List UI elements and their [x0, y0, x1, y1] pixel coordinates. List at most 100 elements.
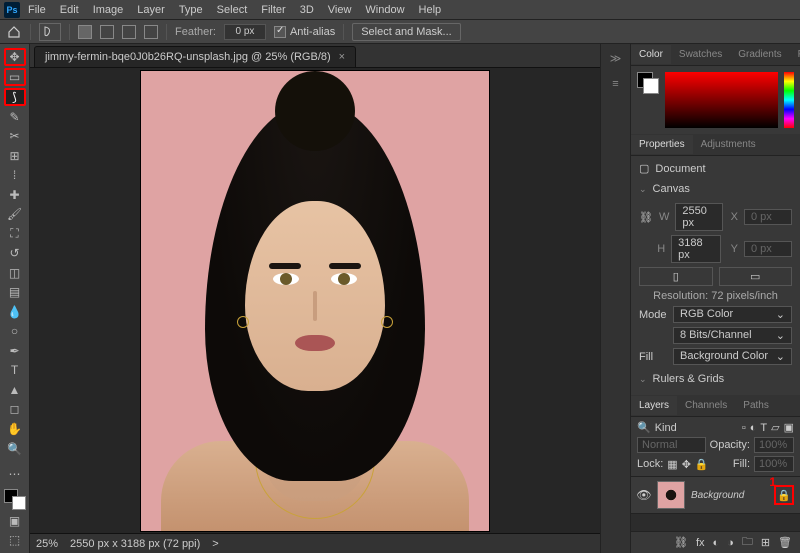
layer-thumbnail[interactable] [657, 481, 685, 509]
tab-patterns[interactable]: Patterns [790, 45, 800, 64]
history-brush-tool[interactable]: ↺ [4, 245, 26, 263]
selection-new-icon[interactable] [78, 25, 92, 39]
layer-row-background[interactable]: 👁 Background 1 🔒 [631, 476, 800, 514]
color-swatch[interactable] [637, 72, 659, 94]
lock-pixels-icon[interactable]: ▦ [667, 458, 677, 471]
collapse-icon[interactable]: ⌄ [639, 184, 647, 195]
layer-visibility-icon[interactable]: 👁 [637, 488, 651, 502]
crop-tool[interactable]: ✂ [4, 128, 26, 146]
filter-type-icon[interactable]: T [760, 422, 767, 434]
rectangle-tool[interactable]: ◻ [4, 401, 26, 419]
blend-mode-select[interactable]: Normal [637, 437, 706, 453]
history-panel-icon[interactable]: ≡ [606, 74, 626, 94]
link-layers-icon[interactable]: ⛓ [674, 536, 688, 549]
selection-subtract-icon[interactable] [122, 25, 136, 39]
zoom-tool[interactable]: 🔍 [4, 440, 26, 458]
filter-image-icon[interactable]: ▫ [742, 422, 746, 434]
menu-3d[interactable]: 3D [294, 2, 320, 18]
opacity-input[interactable]: 100% [754, 437, 794, 453]
selection-add-icon[interactable] [100, 25, 114, 39]
tab-close-icon[interactable]: × [339, 51, 345, 63]
menu-window[interactable]: Window [359, 2, 410, 18]
tab-gradients[interactable]: Gradients [730, 45, 789, 64]
menu-edit[interactable]: Edit [54, 2, 85, 18]
status-disclosure-icon[interactable]: > [212, 538, 218, 550]
marquee-tool[interactable]: ▭ [4, 68, 26, 86]
new-layer-icon[interactable]: ⊞ [761, 536, 770, 549]
stamp-tool[interactable]: ⛶ [4, 225, 26, 243]
eyedropper-tool[interactable]: ⁞ [4, 167, 26, 185]
dodge-tool[interactable]: ○ [4, 323, 26, 341]
link-dimensions-icon[interactable]: ⛓ [639, 211, 653, 224]
adjustment-layer-icon[interactable]: ◑ [727, 537, 734, 549]
tab-adjustments[interactable]: Adjustments [693, 135, 764, 154]
tab-swatches[interactable]: Swatches [671, 45, 730, 64]
menu-filter[interactable]: Filter [255, 2, 291, 18]
layer-lock-icon[interactable]: 🔒 [774, 485, 794, 505]
fill-select[interactable]: Background Color⌄ [673, 348, 792, 365]
delete-layer-icon[interactable]: 🗑 [778, 536, 792, 549]
tab-paths[interactable]: Paths [735, 396, 777, 415]
color-picker[interactable] [665, 72, 778, 128]
tab-properties[interactable]: Properties [631, 135, 693, 154]
menu-layer[interactable]: Layer [131, 2, 171, 18]
menu-image[interactable]: Image [87, 2, 130, 18]
filter-adjust-icon[interactable]: ◐ [750, 422, 757, 434]
collapse-icon[interactable]: ⌄ [639, 374, 647, 385]
type-tool[interactable]: T [4, 362, 26, 380]
expand-panels-icon[interactable]: ≫ [606, 48, 626, 68]
color-swatch[interactable] [4, 489, 26, 510]
tab-color[interactable]: Color [631, 45, 671, 64]
lasso-tool[interactable]: ⟆ [4, 88, 26, 106]
separator [30, 24, 31, 40]
menu-select[interactable]: Select [211, 2, 254, 18]
lock-all-icon[interactable]: 🔒 [695, 458, 709, 471]
menu-type[interactable]: Type [173, 2, 209, 18]
search-icon[interactable]: 🔍 [637, 421, 651, 434]
blur-tool[interactable]: 💧 [4, 303, 26, 321]
lock-position-icon[interactable]: ✥ [682, 458, 691, 471]
layer-name[interactable]: Background [691, 490, 768, 501]
selection-intersect-icon[interactable] [144, 25, 158, 39]
anti-alias-checkbox[interactable] [274, 26, 286, 38]
menu-help[interactable]: Help [413, 2, 448, 18]
document-tab[interactable]: jimmy-fermin-bqe0J0b26RQ-unsplash.jpg @ … [34, 46, 356, 67]
filter-smart-icon[interactable]: ▣ [784, 421, 794, 434]
frame-tool[interactable]: ⊞ [4, 147, 26, 165]
canvas-area[interactable] [30, 68, 600, 533]
quick-mask-icon[interactable]: ▣ [4, 512, 26, 530]
home-icon[interactable] [6, 24, 22, 40]
tab-layers[interactable]: Layers [631, 396, 677, 415]
layers-empty-area[interactable] [631, 514, 800, 531]
quick-select-tool[interactable]: ✎ [4, 108, 26, 126]
active-tool-icon[interactable] [39, 23, 61, 41]
width-input[interactable]: 2550 px [675, 203, 723, 231]
move-tool[interactable]: ✥ [4, 48, 26, 66]
path-select-tool[interactable]: ▲ [4, 381, 26, 399]
color-mode-select[interactable]: RGB Color⌄ [673, 306, 792, 323]
screen-mode-icon[interactable]: ⬚ [4, 532, 26, 550]
tab-channels[interactable]: Channels [677, 396, 735, 415]
more-tools-icon[interactable]: ⋯ [4, 465, 26, 483]
zoom-display[interactable]: 25% [36, 538, 58, 550]
landscape-icon[interactable]: ▭ [719, 267, 793, 286]
healing-tool[interactable]: ✚ [4, 186, 26, 204]
gradient-tool[interactable]: ▤ [4, 284, 26, 302]
filter-shape-icon[interactable]: ▱ [771, 421, 779, 434]
hand-tool[interactable]: ✋ [4, 420, 26, 438]
menu-view[interactable]: View [322, 2, 358, 18]
bit-depth-select[interactable]: 8 Bits/Channel⌄ [673, 327, 792, 344]
layer-mask-icon[interactable]: ◐ [713, 537, 720, 549]
group-icon[interactable]: 🗀 [742, 533, 753, 552]
feather-input[interactable]: 0 px [224, 24, 266, 40]
fill-input[interactable]: 100% [754, 456, 794, 472]
hue-slider[interactable] [784, 72, 794, 128]
menu-file[interactable]: File [22, 2, 52, 18]
layer-style-icon[interactable]: fx [696, 537, 705, 549]
eraser-tool[interactable]: ◫ [4, 264, 26, 282]
select-and-mask-button[interactable]: Select and Mask... [352, 23, 461, 41]
portrait-icon[interactable]: ▯ [639, 267, 713, 286]
brush-tool[interactable]: 🖌 [4, 206, 26, 224]
pen-tool[interactable]: ✒ [4, 342, 26, 360]
height-input[interactable]: 3188 px [671, 235, 721, 263]
